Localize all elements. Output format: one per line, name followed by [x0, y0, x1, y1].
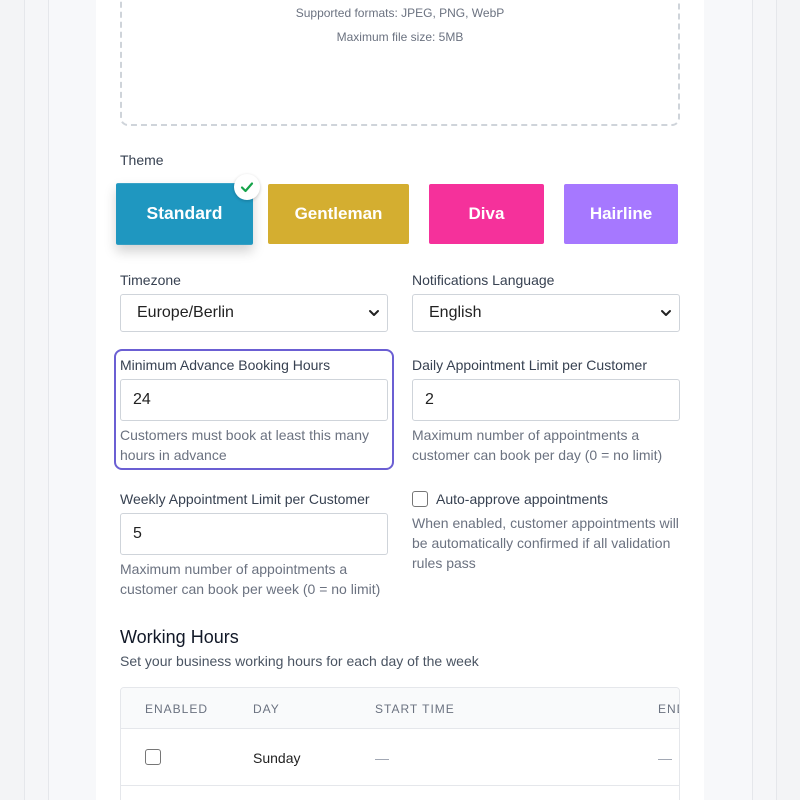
column-header-end-time: END [658, 702, 679, 716]
weekly-limit-input[interactable]: 5 [120, 513, 388, 555]
theme-diva-label: Diva [468, 204, 505, 223]
theme-label: Theme [120, 152, 164, 168]
end-time-value: — [658, 750, 672, 766]
day-name: Sunday [253, 750, 301, 766]
notifications-language-value: English [429, 304, 482, 321]
daily-limit-input[interactable]: 2 [412, 379, 680, 421]
min-advance-help: Customers must book at least this many h… [120, 427, 369, 463]
theme-standard-button[interactable]: Standard [116, 183, 253, 245]
auto-approve-checkbox[interactable] [412, 491, 428, 507]
theme-standard-label: Standard [146, 203, 223, 224]
notifications-language-label: Notifications Language [412, 272, 555, 288]
weekly-limit-label: Weekly Appointment Limit per Customer [120, 491, 370, 507]
max-file-size-text: Maximum file size: 5MB [336, 30, 464, 44]
min-advance-label: Minimum Advance Booking Hours [120, 357, 331, 373]
timezone-label: Timezone [120, 272, 181, 288]
chevron-down-icon [369, 310, 379, 316]
notifications-language-select[interactable]: English [412, 294, 680, 332]
column-header-enabled: ENABLED [145, 702, 209, 716]
column-header-start-time: START TIME [375, 702, 455, 716]
supported-formats-text: Supported formats: JPEG, PNG, WebP [295, 6, 505, 20]
min-advance-value: 24 [133, 391, 151, 408]
daily-limit-value: 2 [425, 391, 434, 408]
theme-diva-button[interactable]: Diva [429, 184, 544, 244]
day-enabled-checkbox[interactable] [145, 749, 161, 765]
chevron-down-icon [661, 310, 671, 316]
logo-dropzone[interactable]: Supported formats: JPEG, PNG, WebP Maxim… [120, 0, 680, 126]
theme-gentleman-label: Gentleman [294, 204, 383, 223]
start-time-value: — [375, 750, 389, 766]
check-icon [234, 174, 260, 200]
timezone-select[interactable]: Europe/Berlin [120, 294, 388, 332]
weekly-limit-value: 5 [133, 525, 142, 542]
theme-hairline-button[interactable]: Hairline [564, 184, 678, 244]
timezone-value: Europe/Berlin [137, 304, 234, 321]
auto-approve-help: When enabled, customer appointments will… [412, 515, 679, 571]
weekly-limit-help: Maximum number of appointments a custome… [120, 561, 381, 597]
table-row: Sunday — — [121, 729, 679, 786]
min-advance-input[interactable]: 24 [120, 379, 388, 421]
working-hours-table: ENABLED DAY START TIME END Sunday — — [120, 687, 680, 800]
daily-limit-label: Daily Appointment Limit per Customer [412, 357, 647, 373]
auto-approve-label[interactable]: Auto-approve appointments [436, 491, 608, 507]
working-hours-title: Working Hours [120, 627, 239, 647]
daily-limit-help: Maximum number of appointments a custome… [412, 427, 663, 463]
theme-gentleman-button[interactable]: Gentleman [268, 184, 409, 244]
theme-hairline-label: Hairline [589, 204, 653, 223]
working-hours-subtitle: Set your business working hours for each… [120, 653, 479, 669]
table-header: ENABLED DAY START TIME END [121, 688, 679, 729]
column-header-day: DAY [253, 702, 280, 716]
